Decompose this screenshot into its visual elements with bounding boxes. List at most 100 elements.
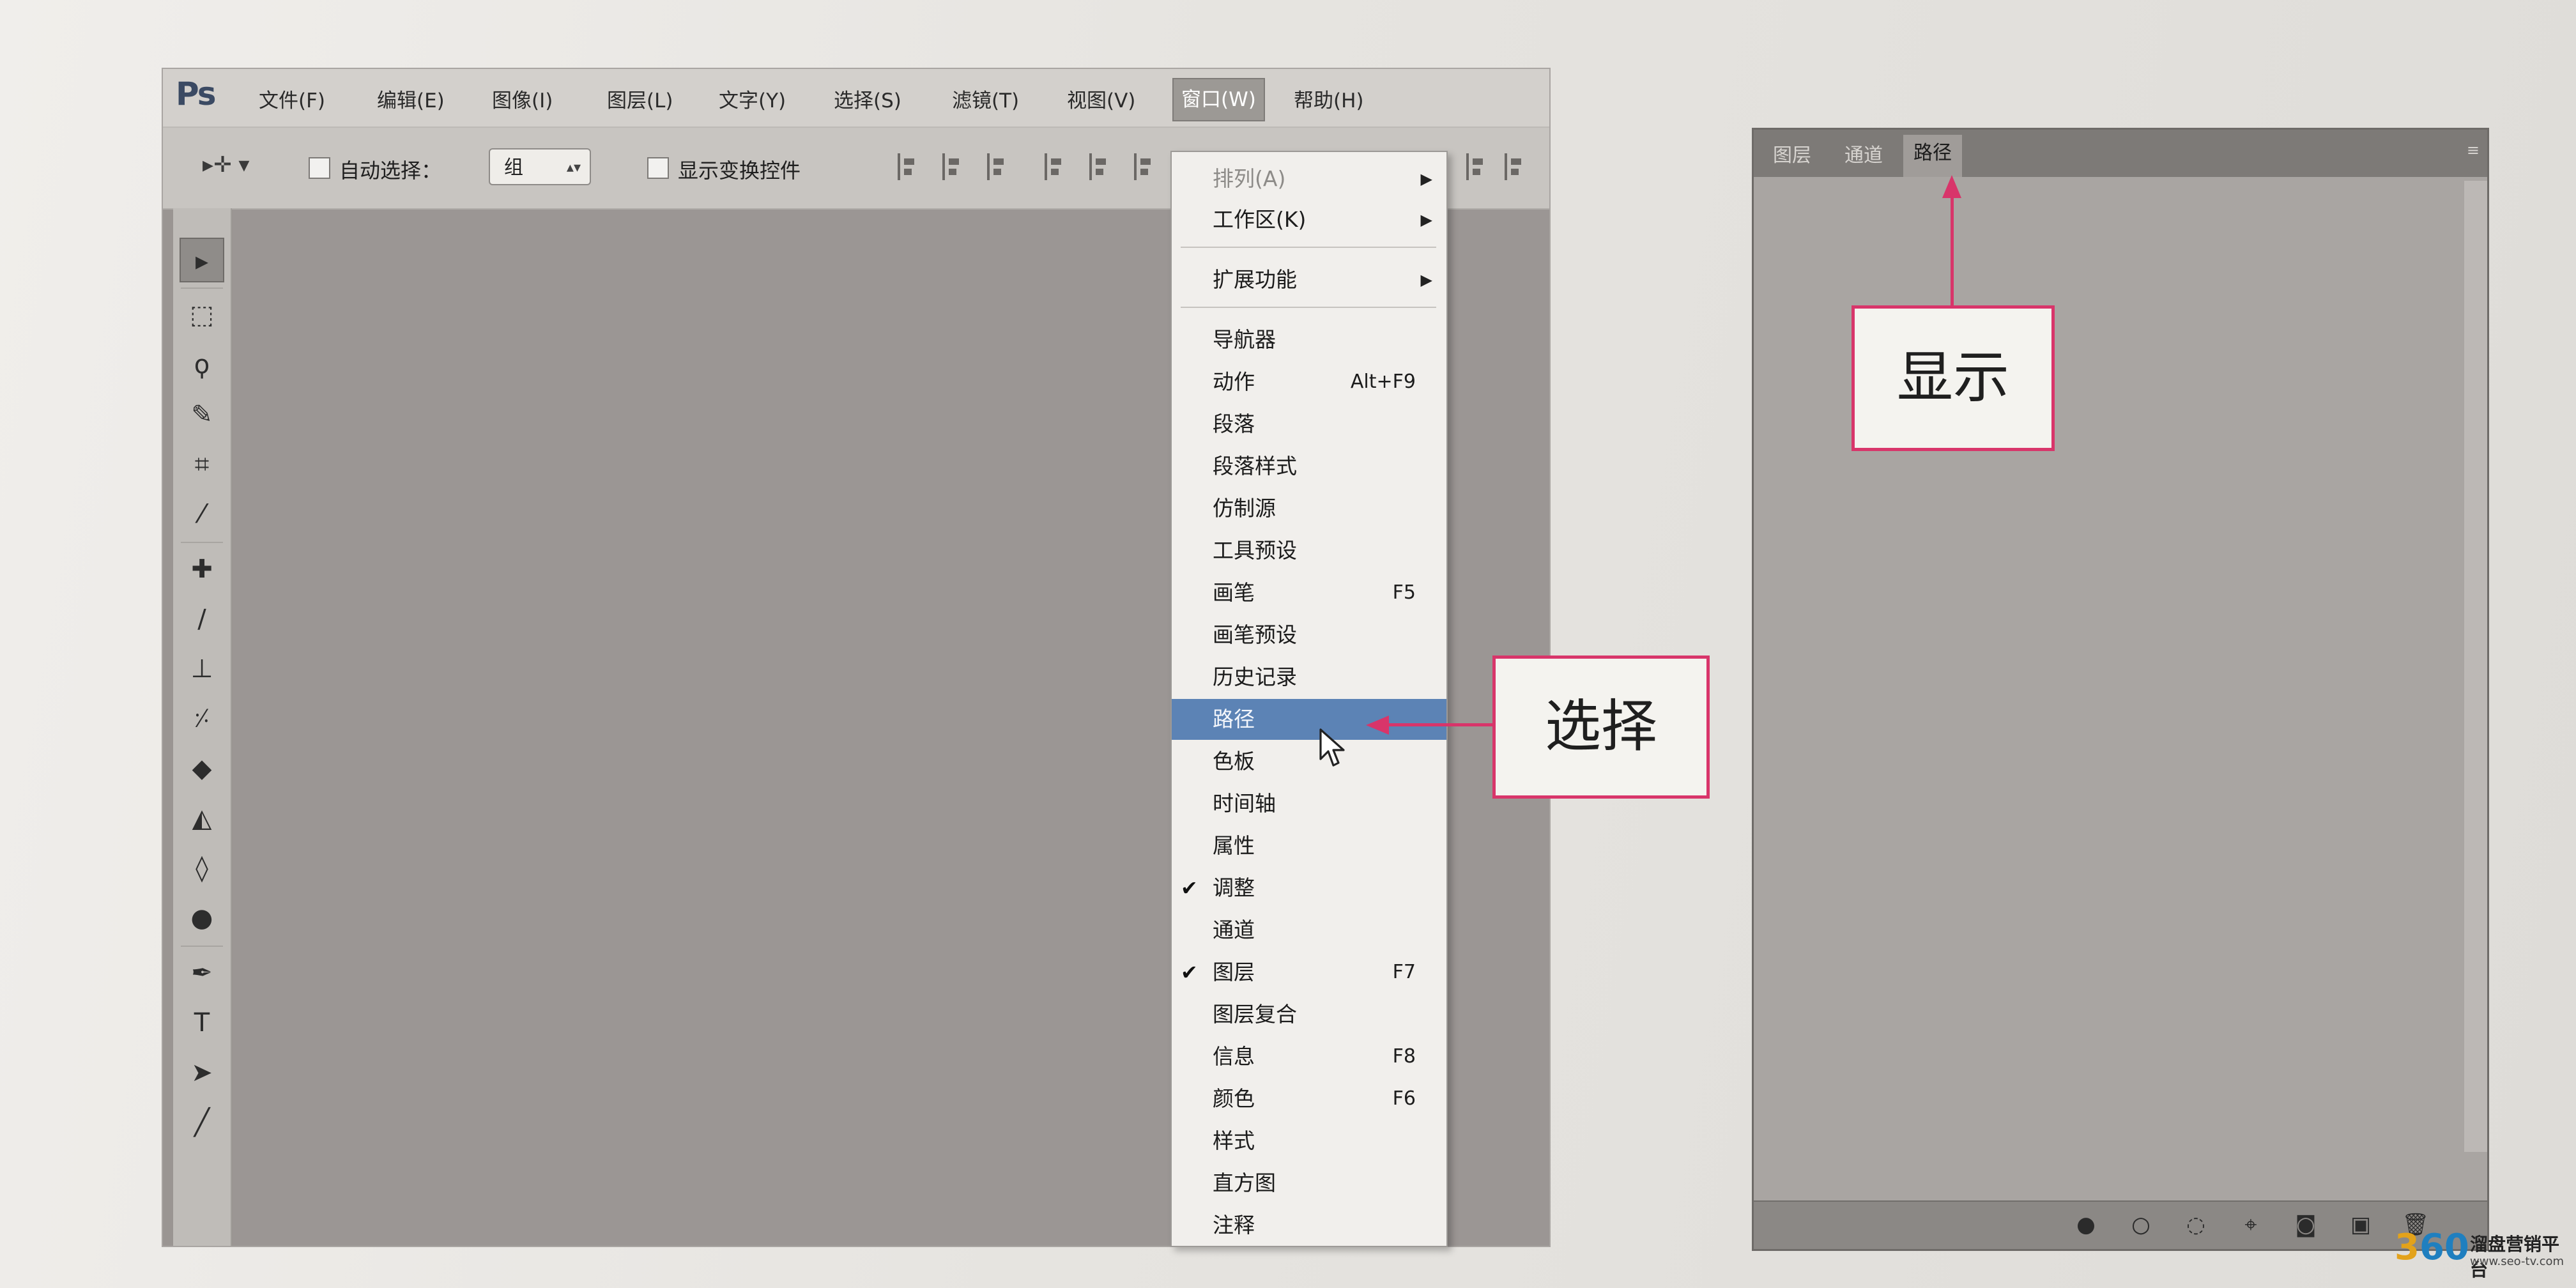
dodge-tool-icon[interactable]: ● xyxy=(180,896,224,940)
menu-item-properties[interactable]: 属性 xyxy=(1172,825,1446,866)
menu-item-brush-presets[interactable]: 画笔预设 xyxy=(1172,615,1446,656)
menu-item-arrange[interactable]: 排列(A) ▶ xyxy=(1172,158,1446,199)
tab-channels[interactable]: 通道 xyxy=(1834,137,1893,174)
menu-window[interactable]: 窗口(W) xyxy=(1172,78,1265,121)
align-top-icon[interactable] xyxy=(898,153,918,180)
ps-logo: Ps xyxy=(176,75,217,112)
menu-item-actions[interactable]: 动作 Alt+F9 xyxy=(1172,362,1446,402)
menu-item-label: 直方图 xyxy=(1213,1170,1276,1195)
show-transform-checkbox[interactable] xyxy=(647,157,669,179)
menu-item-swatches[interactable]: 色板 xyxy=(1172,741,1446,782)
menu-filter[interactable]: 滤镜(T) xyxy=(952,84,1019,113)
fill-path-icon[interactable]: ● xyxy=(2072,1211,2100,1239)
menu-item-label: 图层复合 xyxy=(1213,1002,1297,1027)
menu-item-label: 画笔预设 xyxy=(1213,622,1297,647)
menu-item-tool-presets[interactable]: 工具预设 xyxy=(1172,530,1446,571)
menu-select[interactable]: 选择(S) xyxy=(834,84,901,113)
lasso-tool-icon[interactable]: ϙ xyxy=(180,342,224,387)
tool-separator xyxy=(181,542,223,543)
blur-tool-icon[interactable]: ◊ xyxy=(180,846,224,891)
pen-tool-icon[interactable]: ✒ xyxy=(180,951,224,995)
menu-view[interactable]: 视图(V) xyxy=(1067,84,1135,113)
panel-scrollbar[interactable] xyxy=(2464,181,2487,1152)
paths-panel: 图层 通道 路径 ≡ ● ○ ◌ ⌖ ◙ ▣ 🗑 xyxy=(1752,128,2489,1251)
make-work-path-icon[interactable]: ⌖ xyxy=(2237,1211,2265,1239)
menu-item-color[interactable]: 颜色 F6 xyxy=(1172,1078,1446,1119)
menu-help[interactable]: 帮助(H) xyxy=(1294,84,1364,113)
menu-type[interactable]: 文字(Y) xyxy=(719,84,786,113)
auto-select-value: 组 xyxy=(504,157,523,179)
menu-item-shortcut: F5 xyxy=(1392,581,1416,604)
menu-item-info[interactable]: 信息 F8 xyxy=(1172,1036,1446,1077)
clone-stamp-tool-icon[interactable]: ⊥ xyxy=(180,647,224,691)
menu-item-navigator[interactable]: 导航器 xyxy=(1172,319,1446,360)
auto-select-label: 自动选择： xyxy=(339,158,442,183)
add-mask-icon[interactable]: ◙ xyxy=(2292,1211,2320,1239)
stroke-path-icon[interactable]: ○ xyxy=(2127,1211,2155,1239)
menu-item-paragraph-styles[interactable]: 段落样式 xyxy=(1172,446,1446,487)
menu-item-label: 排列(A) xyxy=(1213,166,1286,191)
menu-layer[interactable]: 图层(L) xyxy=(607,84,673,113)
menu-item-history[interactable]: 历史记录 xyxy=(1172,657,1446,698)
history-brush-tool-icon[interactable]: ⸓ xyxy=(180,696,224,741)
watermark-logo-digits: 60 xyxy=(2419,1227,2469,1268)
brush-tool-icon[interactable]: ∕ xyxy=(180,597,224,641)
quick-selection-tool-icon[interactable]: ✎ xyxy=(180,392,224,437)
align-hcenter-icon[interactable] xyxy=(1089,153,1110,180)
align-vcenter-icon[interactable] xyxy=(942,153,963,180)
menu-item-label: 动作 xyxy=(1213,369,1255,394)
eraser-tool-icon[interactable]: ◆ xyxy=(180,746,224,791)
move-tool-icon[interactable]: ▸✛ ▾ xyxy=(203,152,249,178)
align-left-icon[interactable] xyxy=(1045,153,1065,180)
align-bottom-icon[interactable] xyxy=(987,153,1008,180)
distribute-right-icon[interactable] xyxy=(1505,153,1525,180)
menu-item-layers[interactable]: ✔ 图层 F7 xyxy=(1172,952,1446,993)
distribute-icon[interactable] xyxy=(1466,153,1487,180)
menu-file[interactable]: 文件(F) xyxy=(259,84,325,113)
eyedropper-tool-icon[interactable]: ⁄ xyxy=(180,492,224,537)
tab-paths[interactable]: 路径 xyxy=(1903,135,1962,177)
menu-item-clone-source[interactable]: 仿制源 xyxy=(1172,488,1446,529)
menu-edit[interactable]: 编辑(E) xyxy=(377,84,445,113)
menu-item-label: 段落 xyxy=(1213,411,1255,436)
menu-item-label: 时间轴 xyxy=(1213,791,1276,816)
callout-arrow-select xyxy=(1386,723,1495,726)
auto-select-checkbox[interactable] xyxy=(309,157,330,179)
watermark-logo: 360 溜盘营销平台 www.seo-tv.com xyxy=(2395,1227,2573,1284)
paint-bucket-tool-icon[interactable]: ◭ xyxy=(180,796,224,841)
auto-select-dropdown[interactable]: 组 ▴▾ xyxy=(489,148,591,185)
align-right-icon[interactable] xyxy=(1134,153,1154,180)
menu-item-notes[interactable]: 注释 xyxy=(1172,1205,1446,1246)
menu-item-timeline[interactable]: 时间轴 xyxy=(1172,783,1446,824)
menu-image[interactable]: 图像(I) xyxy=(492,84,553,113)
menu-item-paragraph[interactable]: 段落 xyxy=(1172,404,1446,445)
path-selection-tool-icon[interactable]: ➤ xyxy=(180,1050,224,1095)
callout-arrow-show xyxy=(1951,195,1954,308)
healing-brush-tool-icon[interactable]: ✚ xyxy=(180,547,224,592)
menu-item-layer-comps[interactable]: 图层复合 xyxy=(1172,994,1446,1035)
menu-item-histogram[interactable]: 直方图 xyxy=(1172,1163,1446,1204)
menu-item-adjustments[interactable]: ✔ 调整 xyxy=(1172,868,1446,908)
type-tool-icon[interactable]: T xyxy=(180,1000,224,1045)
move-tool-icon[interactable]: ▸ xyxy=(180,238,224,282)
menu-item-channels[interactable]: 通道 xyxy=(1172,910,1446,951)
panel-footer: ● ○ ◌ ⌖ ◙ ▣ 🗑 xyxy=(1754,1200,2487,1249)
panel-tab-bar: 图层 通道 路径 ≡ xyxy=(1754,130,2487,177)
line-tool-icon[interactable]: ╱ xyxy=(180,1100,224,1145)
tab-layers[interactable]: 图层 xyxy=(1763,137,1821,174)
load-as-selection-icon[interactable]: ◌ xyxy=(2182,1211,2210,1239)
menu-item-brush[interactable]: 画笔 F5 xyxy=(1172,572,1446,613)
menu-item-label: 导航器 xyxy=(1213,327,1276,352)
menu-item-paths[interactable]: 路径 xyxy=(1172,699,1446,740)
crop-tool-icon[interactable]: ⌗ xyxy=(180,442,224,487)
menu-item-styles[interactable]: 样式 xyxy=(1172,1121,1446,1162)
mouse-cursor-icon xyxy=(1319,728,1345,767)
panel-menu-icon[interactable]: ≡ xyxy=(2467,141,2480,159)
menu-separator xyxy=(1181,247,1436,248)
menu-item-shortcut: Alt+F9 xyxy=(1350,371,1416,393)
new-path-icon[interactable]: ▣ xyxy=(2347,1211,2375,1239)
marquee-tool-icon[interactable]: ⬚ xyxy=(180,293,224,337)
menu-item-workspace[interactable]: 工作区(K) ▶ xyxy=(1172,199,1446,240)
menu-item-extensions[interactable]: 扩展功能 ▶ xyxy=(1172,259,1446,300)
menu-item-label: 信息 xyxy=(1213,1044,1255,1069)
